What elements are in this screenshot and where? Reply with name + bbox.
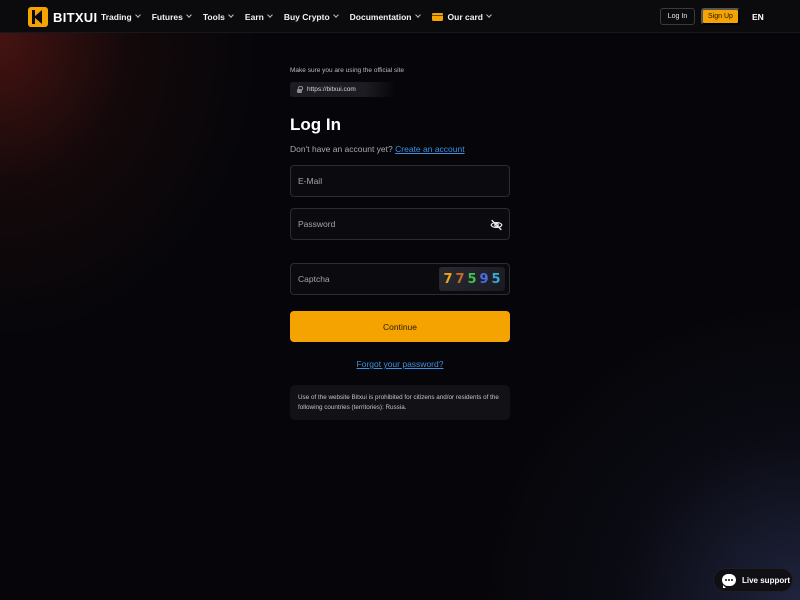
captcha-image[interactable]: 77595 (439, 267, 505, 291)
page-title: Log In (290, 115, 341, 134)
lock-icon (297, 85, 304, 93)
menu-label: Buy Crypto (283, 11, 330, 22)
captcha-digit: 9 (479, 271, 489, 287)
menu-label: Earn (244, 11, 264, 22)
signup-prompt: Don't have an account yet? Create an acc… (290, 144, 465, 154)
official-url: https://bitxui.com (307, 86, 356, 93)
password-field-container[interactable] (290, 208, 510, 240)
chevron-down-icon (266, 12, 273, 18)
menu-label: Tools (202, 11, 225, 22)
live-support-button[interactable]: Live support (713, 568, 793, 592)
chevron-down-icon (414, 12, 421, 18)
captcha-digit: 5 (467, 271, 477, 287)
menu-item-our-card[interactable]: Our card (431, 11, 492, 22)
menu-item-documentation[interactable]: Documentation (349, 11, 421, 22)
menu-label: Futures (151, 11, 183, 22)
continue-button[interactable]: Continue (290, 311, 510, 342)
captcha-digit: 7 (443, 271, 453, 287)
nav-signup-button[interactable]: Sign Up (701, 8, 740, 25)
chevron-down-icon (186, 12, 192, 18)
brand-logo[interactable]: BITXUI (28, 7, 97, 27)
main-menu: Trading Futures Tools Earn Buy Crypto Do… (101, 0, 503, 33)
nav-login-button[interactable]: Log In (660, 8, 695, 25)
captcha-digit: 5 (491, 271, 501, 287)
chevron-down-icon (134, 12, 141, 18)
official-site-notice: Make sure you are using the official sit… (290, 67, 405, 74)
eye-off-icon[interactable] (490, 219, 503, 231)
menu-label: Trading (101, 11, 132, 22)
live-support-label: Live support (742, 575, 791, 585)
menu-item-tools[interactable]: Tools (202, 11, 234, 22)
top-nav: BITXUI Trading Futures Tools Earn Buy Cr… (0, 0, 800, 33)
create-account-link[interactable]: Create an account (395, 144, 464, 154)
menu-label: Documentation (349, 11, 412, 22)
page: BITXUI Trading Futures Tools Earn Buy Cr… (0, 0, 800, 600)
password-field[interactable] (298, 219, 478, 229)
menu-item-earn[interactable]: Earn (244, 11, 273, 22)
menu-label: Our card (447, 11, 483, 22)
chat-icon (722, 574, 736, 588)
chevron-down-icon (486, 12, 492, 18)
chevron-down-icon (332, 12, 339, 18)
email-field-container[interactable] (290, 165, 510, 197)
language-selector[interactable]: EN (752, 12, 764, 22)
menu-item-buy-crypto[interactable]: Buy Crypto (283, 11, 339, 22)
email-field[interactable] (298, 176, 478, 186)
menu-item-trading[interactable]: Trading (101, 11, 141, 22)
card-icon (431, 12, 443, 21)
captcha-field-container[interactable]: 77595 (290, 263, 510, 295)
captcha-digit: 7 (455, 271, 465, 287)
signup-prompt-text: Don't have an account yet? (290, 144, 393, 154)
menu-item-futures[interactable]: Futures (151, 11, 192, 22)
logo-icon (28, 7, 48, 27)
legal-notice: Use of the website Bitxui is prohibited … (290, 385, 510, 420)
brand-name: BITXUI (53, 9, 98, 25)
forgot-password-link[interactable]: Forgot your password? (290, 359, 510, 369)
official-url-badge: https://bitxui.com (290, 82, 396, 97)
chevron-down-icon (228, 12, 234, 18)
